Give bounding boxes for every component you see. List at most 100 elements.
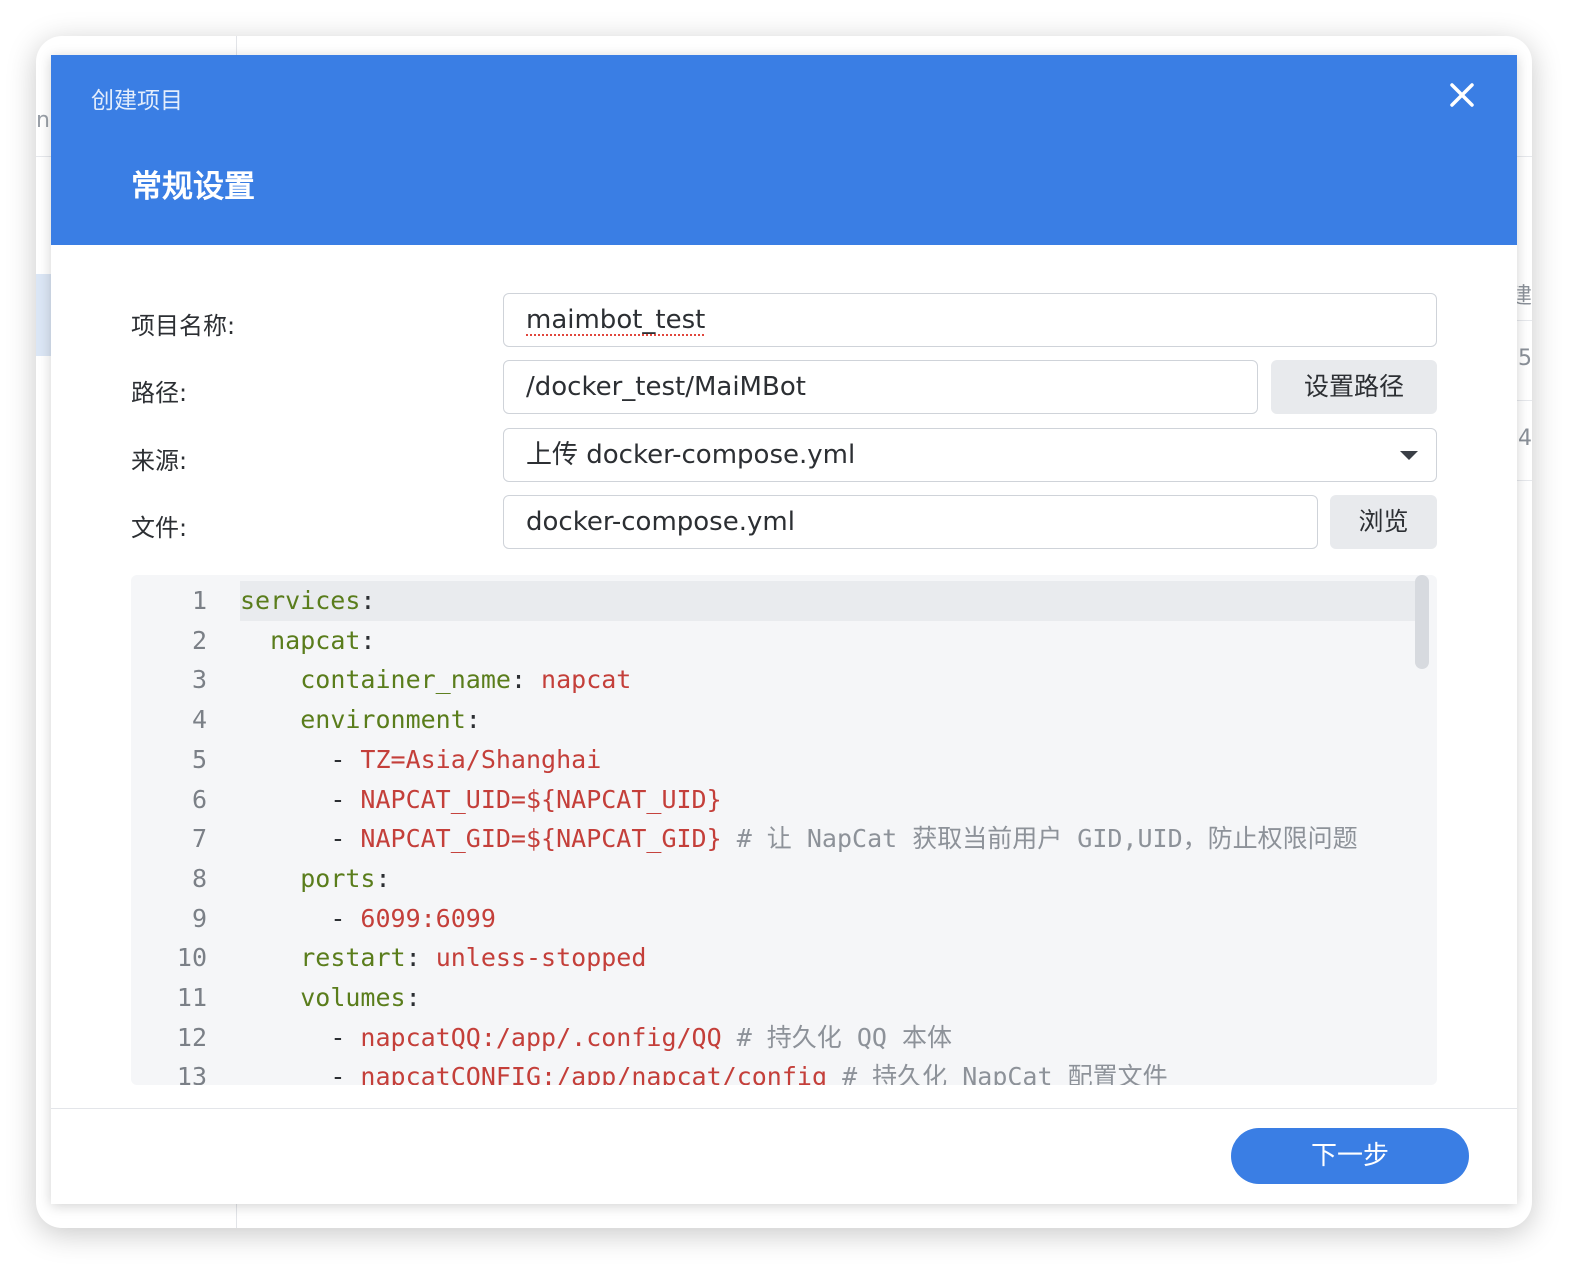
line-number: 3 [191,665,207,695]
code-key: services [240,586,361,615]
code-text: - napcatQQ:/app/.config/QQ # 持久化 QQ 本体 [240,1018,1423,1058]
code-colon: : [510,665,542,695]
line-number: 13 [176,1062,207,1085]
code-colon: : [375,863,391,893]
set-path-button[interactable]: 设置路径 [1271,360,1437,414]
code-key: volumes [300,983,406,1012]
code-value: napcatQQ:/app/.config/QQ [360,1022,722,1052]
source-row: 来源: 上传 docker-compose.yml [51,428,1517,484]
code-line: 3 container_name: napcat [131,660,1437,700]
line-number: 5 [191,744,207,774]
code-key: restart [300,943,406,973]
source-label: 来源: [131,447,188,475]
code-value: napcatCONFIG:/app/napcat/config [360,1062,828,1085]
code-colon: : [360,625,376,655]
code-line: 1 services: [131,581,1437,621]
code-key: environment [300,705,466,735]
line-number: 4 [191,705,207,735]
code-line: 13 - napcatCONFIG:/app/napcat/config # 持… [131,1057,1437,1085]
source-select[interactable]: 上传 docker-compose.yml [503,428,1437,482]
code-list-dash: - [330,1022,361,1052]
code-line: 2 napcat: [131,621,1437,661]
code-text: container_name: napcat [240,660,1423,700]
compose-code-editor[interactable]: 1 services: 2 napcat: 3 container_name: nap… [131,575,1437,1085]
project-name-row: 项目名称: maimbot_test [51,293,1517,349]
project-name-input[interactable]: maimbot_test [503,293,1437,347]
code-colon: : [405,983,421,1012]
code-list-dash: - [330,784,361,814]
code-colon: : [360,586,376,615]
code-value: unless-stopped [435,943,647,973]
code-key: napcat [270,625,361,655]
code-text: - TZ=Asia/Shanghai [240,740,1423,780]
code-text: - 6099:6099 [240,899,1423,939]
step-title: 常规设置 [131,169,255,205]
code-comment: # 持久化 NapCat 配置文件 [827,1062,1168,1085]
code-line: 6 - NAPCAT_UID=${NAPCAT_UID} [131,780,1437,820]
project-name-label: 项目名称: [131,312,236,340]
code-line: 12 - napcatQQ:/app/.config/QQ # 持久化 QQ 本… [131,1018,1437,1058]
chevron-down-icon [1400,451,1418,460]
footer-divider [51,1108,1517,1109]
browse-button[interactable]: 浏览 [1330,495,1437,549]
project-name-value: maimbot_test [526,305,706,335]
code-text: services: [240,581,1423,621]
code-text: restart: unless-stopped [240,938,1423,978]
path-input[interactable]: /docker_test/MaiMBot [503,360,1258,414]
code-text: - NAPCAT_GID=${NAPCAT_GID} # 让 NapCat 获取… [240,819,1423,859]
code-value: napcat [541,665,632,695]
code-line: 7 - NAPCAT_GID=${NAPCAT_GID} # 让 NapCat … [131,819,1437,859]
file-label: 文件: [131,514,188,542]
next-step-button[interactable]: 下一步 [1231,1128,1469,1184]
code-text: ports: [240,859,1423,899]
background-sidebar-text: n [36,108,50,133]
code-value: NAPCAT_GID=${NAPCAT_GID} [360,824,722,854]
editor-scrollbar[interactable] [1415,575,1429,669]
code-line: 9 - 6099:6099 [131,899,1437,939]
code-text: napcat: [240,621,1423,661]
code-colon: : [405,943,436,973]
line-number: 8 [191,863,207,893]
close-icon [1450,83,1474,107]
background-sidebar-selection [36,274,52,356]
source-selected-value: 上传 docker-compose.yml [526,440,856,470]
file-input[interactable]: docker-compose.yml [503,495,1318,549]
line-number: 6 [191,784,207,814]
code-text: - NAPCAT_UID=${NAPCAT_UID} [240,780,1423,820]
code-list-dash: - [330,1062,361,1085]
code-key: container_name [300,665,511,695]
file-row: 文件: docker-compose.yml 浏览 [51,495,1517,551]
code-comment: # 让 NapCat 获取当前用户 GID,UID，防止权限问题 [721,824,1358,854]
close-button[interactable] [1447,80,1477,110]
line-number: 12 [176,1022,207,1052]
code-list-dash: - [330,744,361,774]
line-number: 7 [191,824,207,854]
code-colon: : [465,705,481,735]
code-value: TZ=Asia/Shanghai [360,744,602,774]
code-value: 6099:6099 [360,903,496,933]
code-line: 11 volumes: [131,978,1437,1018]
code-text: - napcatCONFIG:/app/napcat/config # 持久化 … [240,1057,1423,1085]
code-comment: # 持久化 QQ 本体 [721,1022,953,1052]
code-line: 8 ports: [131,859,1437,899]
code-text: volumes: [240,978,1423,1018]
dialog-title: 创建项目 [91,88,183,114]
dialog-header: 创建项目 常规设置 [51,55,1517,245]
create-project-dialog: 创建项目 常规设置 项目名称: maimbot_test 路径: /docker… [51,55,1517,1204]
code-line: 4 environment: [131,700,1437,740]
line-number: 9 [191,903,207,933]
code-line: 10 restart: unless-stopped [131,938,1437,978]
code-list-dash: - [330,824,361,854]
line-number: 11 [176,983,207,1012]
